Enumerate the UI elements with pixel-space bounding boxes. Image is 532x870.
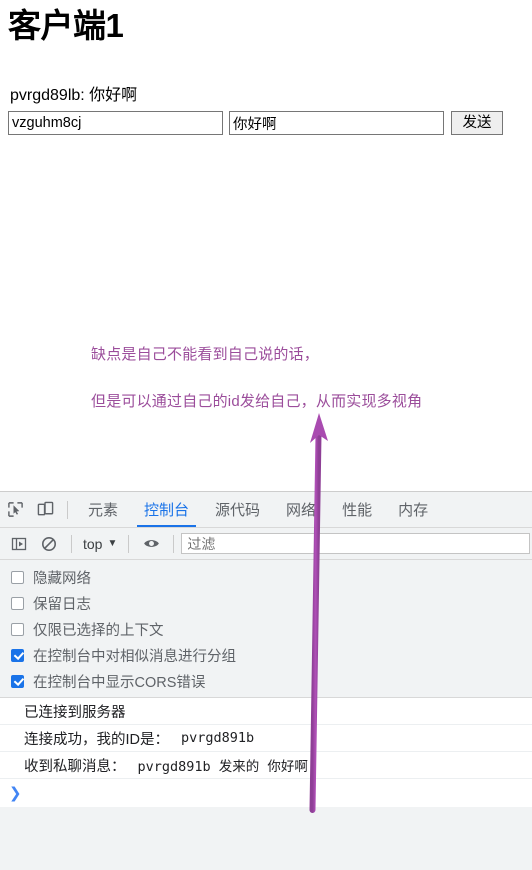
console-message-text: 连接成功，我的ID是： — [24, 731, 169, 748]
setting-label: 保留日志 — [33, 596, 91, 613]
page-title: 客户端1 — [8, 7, 124, 44]
tab-memory[interactable]: 内存 — [385, 492, 441, 527]
console-sidebar-icon[interactable] — [4, 530, 34, 558]
live-expression-eye-icon[interactable] — [136, 530, 166, 558]
send-button[interactable]: 发送 — [451, 111, 503, 135]
setting-label: 在控制台中对相似消息进行分组 — [33, 648, 236, 665]
message-input[interactable] — [229, 111, 444, 135]
setting-hide-network[interactable]: 隐藏网络 — [0, 564, 532, 590]
console-context-selector[interactable]: top ▼ — [79, 536, 121, 552]
tab-network[interactable]: 网络 — [273, 492, 329, 527]
console-message-text: 收到私聊消息： — [24, 758, 126, 775]
tab-elements[interactable]: 元素 — [75, 492, 131, 527]
devtools-tabbar: 元素 控制台 源代码 网络 性能 内存 — [0, 492, 532, 528]
annotation-line-1: 缺点是自己不能看到自己说的话， — [91, 346, 320, 363]
console-message-list: 已连接到服务器 连接成功，我的ID是： pvrgd891b 收到私聊消息： pv… — [0, 698, 532, 807]
toolbar-divider — [128, 534, 130, 553]
tab-label: 源代码 — [215, 502, 261, 519]
tab-label: 控制台 — [144, 502, 190, 519]
toolbar-divider — [173, 534, 175, 553]
prompt-caret-icon: ❯ — [9, 785, 22, 802]
checkbox-unchecked-icon[interactable] — [11, 622, 24, 636]
console-settings-list: 隐藏网络 保留日志 仅限已选择的上下文 在控制台中对相似消息进行分组 在控制台中… — [0, 560, 532, 698]
console-message-text: 已连接到服务器 — [24, 704, 126, 721]
web-page-content: 客户端1 pvrgd89lb: 你好啊 发送 缺点是自己不能看到自己说的话， 但… — [0, 0, 532, 491]
setting-label: 仅限已选择的上下文 — [33, 622, 164, 639]
target-id-input[interactable] — [8, 111, 223, 135]
console-filter-input[interactable] — [181, 533, 530, 554]
clear-console-icon[interactable] — [34, 530, 64, 558]
console-message-value: pvrgd891b — [181, 730, 255, 746]
toolbar-divider — [67, 500, 68, 519]
devtools-panel: 元素 控制台 源代码 网络 性能 内存 top ▼ 过滤 隐藏网络 保留日志 仅… — [0, 491, 532, 870]
setting-selected-context-only[interactable]: 仅限已选择的上下文 — [0, 616, 532, 642]
annotation-line-2: 但是可以通过自己的id发给自己，从而实现多视角 — [91, 393, 423, 410]
inspect-element-icon[interactable] — [0, 496, 30, 524]
setting-label: 隐藏网络 — [33, 570, 91, 587]
setting-show-cors-errors[interactable]: 在控制台中显示CORS错误 — [0, 668, 532, 694]
device-toolbar-icon[interactable] — [30, 496, 60, 524]
checkbox-checked-icon[interactable] — [11, 674, 24, 688]
console-message-row[interactable]: 收到私聊消息： pvrgd891b 发来的 你好啊 — [0, 752, 532, 779]
console-input-prompt[interactable]: ❯ — [0, 779, 532, 807]
tab-label: 网络 — [286, 502, 317, 519]
toolbar-divider — [71, 534, 72, 553]
checkbox-checked-icon[interactable] — [11, 648, 24, 662]
tab-label: 元素 — [88, 502, 119, 519]
chevron-down-icon: ▼ — [107, 538, 118, 549]
tab-performance[interactable]: 性能 — [329, 492, 385, 527]
console-message-row[interactable]: 连接成功，我的ID是： pvrgd891b — [0, 725, 532, 752]
console-message-row[interactable]: 已连接到服务器 — [0, 698, 532, 725]
setting-preserve-log[interactable]: 保留日志 — [0, 590, 532, 616]
checkbox-unchecked-icon[interactable] — [11, 570, 24, 584]
checkbox-unchecked-icon[interactable] — [11, 596, 24, 610]
tab-label: 性能 — [342, 502, 373, 519]
chat-input-row: 发送 — [8, 111, 524, 137]
context-label: top — [83, 535, 103, 552]
console-message-value: pvrgd891b 发来的 你好啊 — [137, 759, 308, 775]
console-toolbar: top ▼ — [0, 528, 532, 560]
chat-message-log: pvrgd89lb: 你好啊 — [10, 87, 138, 104]
tab-console[interactable]: 控制台 — [131, 492, 202, 527]
setting-label: 在控制台中显示CORS错误 — [33, 674, 206, 691]
setting-group-similar[interactable]: 在控制台中对相似消息进行分组 — [0, 642, 532, 668]
tab-label: 内存 — [398, 502, 429, 519]
tab-sources[interactable]: 源代码 — [202, 492, 273, 527]
